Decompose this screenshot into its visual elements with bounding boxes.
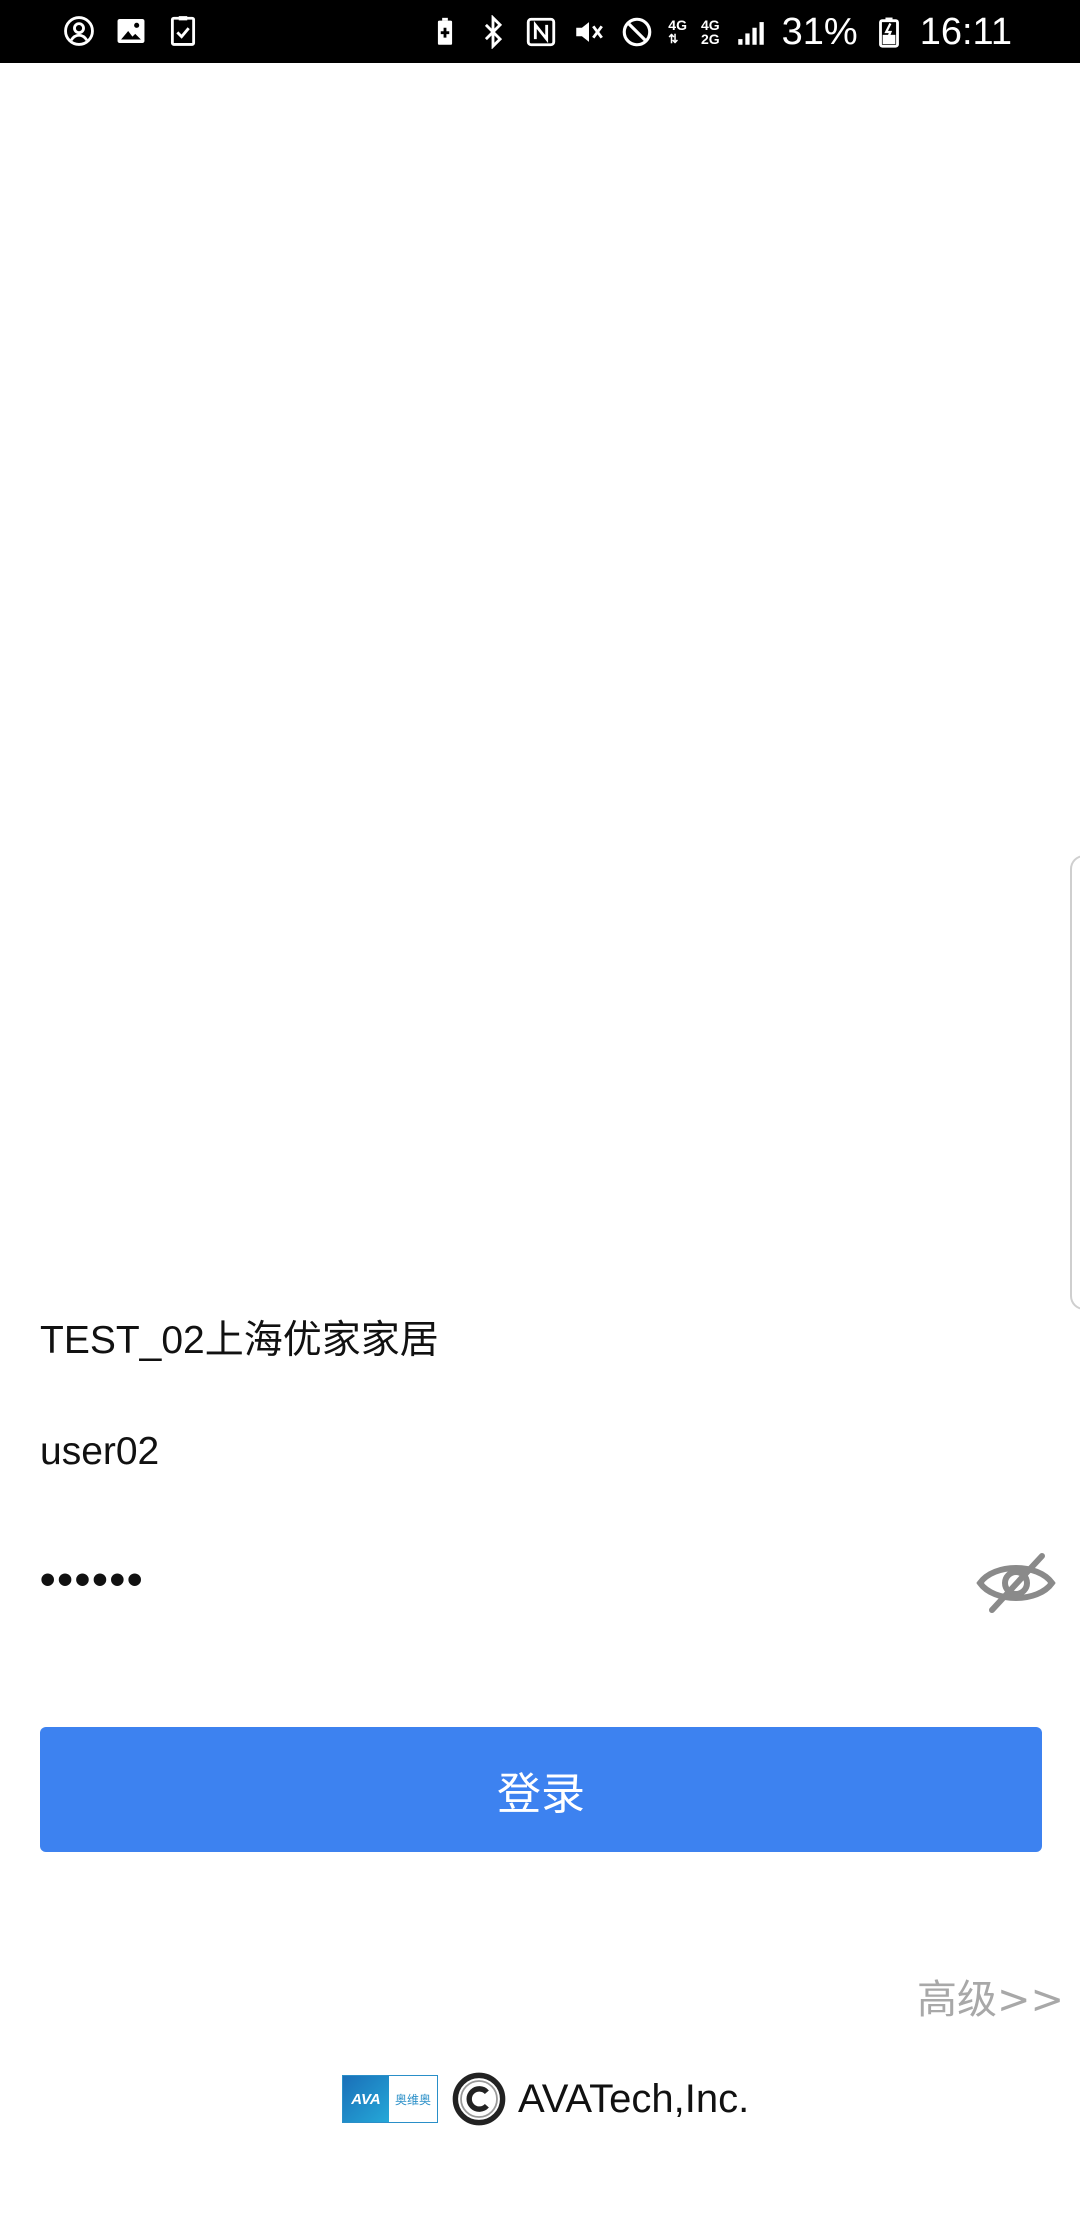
advanced-settings-link[interactable]: 高级>> — [917, 1967, 1064, 2025]
logo-chinese-text: 奥维奥 — [389, 2076, 437, 2122]
eye-off-icon — [976, 1553, 1056, 1613]
login-button[interactable]: 登录 — [40, 1727, 1042, 1852]
company-field[interactable]: TEST_02上海优家家居 — [40, 1316, 1050, 1366]
footer: AVA 奥维奥 AVATech,Inc. — [342, 2072, 749, 2126]
system-status-icons: 4G ⇅ 4G 2G 31% 16:11 — [428, 10, 1012, 54]
battery-charging-icon — [872, 15, 906, 49]
nfc-icon — [524, 15, 558, 49]
password-field[interactable]: •••••• — [40, 1555, 1050, 1605]
notification-icons — [62, 14, 200, 48]
account-circle-icon — [62, 14, 96, 48]
gallery-image-icon — [114, 14, 148, 48]
task-checklist-icon — [166, 14, 200, 48]
username-field[interactable]: user02 — [40, 1427, 1050, 1477]
status-bar: 4G ⇅ 4G 2G 31% 16:11 — [0, 0, 1080, 63]
edge-panel-handle[interactable] — [1070, 855, 1080, 1310]
do-not-disturb-icon — [620, 15, 654, 49]
clock-time: 16:11 — [919, 11, 1012, 53]
bluetooth-icon — [476, 15, 510, 49]
logo-mark: AVA — [343, 2076, 389, 2122]
battery-percent: 31% — [781, 11, 858, 53]
battery-saver-icon — [428, 15, 462, 49]
company-logo: AVA 奥维奥 — [342, 2075, 438, 2123]
copyright-icon — [452, 2072, 506, 2126]
company-name: AVATech,Inc. — [518, 2076, 750, 2121]
signal-strength-icon — [734, 15, 768, 49]
data-network-indicator: 4G ⇅ — [668, 17, 687, 46]
password-visibility-toggle[interactable] — [976, 1548, 1056, 1618]
network-type-label: 4G — [700, 17, 720, 33]
secondary-network-indicator: 4G 2G — [701, 18, 720, 46]
network-type-label-2: 2G — [700, 31, 720, 47]
mute-vibrate-icon — [572, 15, 606, 49]
network-type-top: 4G — [668, 17, 687, 33]
